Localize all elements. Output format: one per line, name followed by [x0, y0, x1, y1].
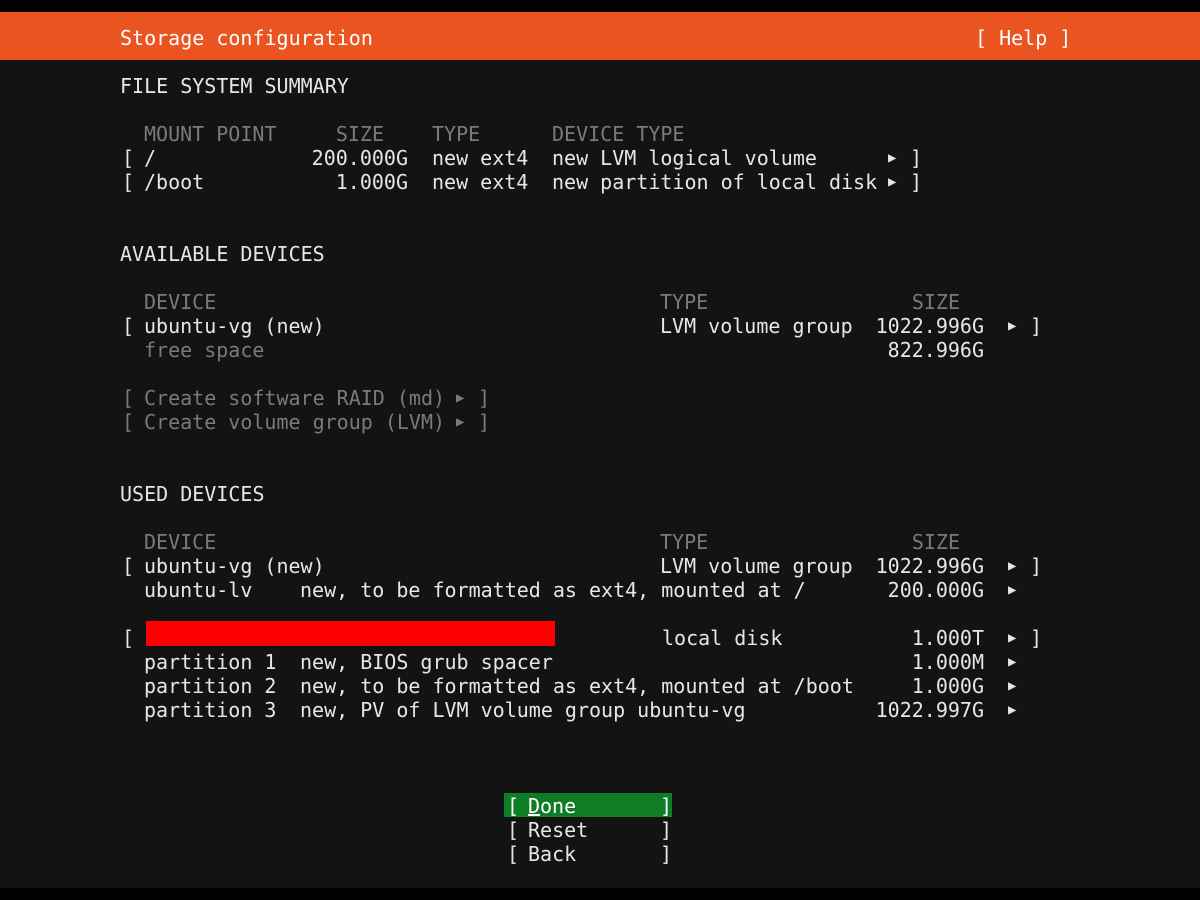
partition-description: new, PV of LVM volume group ubuntu-vg — [300, 698, 746, 722]
row-close-bracket: ] — [1030, 314, 1043, 338]
partition-size: 1.000M — [911, 650, 984, 674]
device-type: new LVM logical volume — [552, 146, 817, 170]
col-device: DEVICE — [144, 290, 217, 314]
create-lvm-label: Create volume group (LVM) — [144, 410, 446, 434]
device-size: 200.000G — [887, 578, 984, 602]
row-close-bracket: ] — [478, 410, 491, 434]
row-open-bracket: [ — [122, 314, 135, 338]
device-size: 1022.996G — [875, 554, 984, 578]
partition-description: new, BIOS grub spacer — [300, 650, 553, 674]
mount-point: / — [144, 146, 157, 170]
back-label: Back — [528, 842, 577, 866]
done-close-bracket: ] — [660, 794, 673, 818]
done-label-first: D — [528, 794, 541, 818]
back-close-bracket: ] — [660, 842, 673, 866]
page-title: Storage configuration — [120, 26, 373, 50]
play-arrow-icon: ▶ — [1008, 558, 1017, 574]
mount-point: /boot — [144, 170, 205, 194]
device-type: local disk — [662, 626, 783, 650]
row-close-bracket: ] — [1030, 554, 1043, 578]
play-arrow-icon: ▶ — [1008, 630, 1017, 646]
back-open-bracket: [ — [507, 842, 520, 866]
help-button[interactable]: [ Help ] — [975, 26, 1071, 50]
partition-size: 1.000G — [911, 674, 984, 698]
reset-open-bracket: [ — [507, 818, 520, 842]
play-arrow-icon: ▶ — [1008, 582, 1017, 598]
done-label-rest: one — [540, 794, 577, 818]
play-arrow-icon: ▶ — [1008, 654, 1017, 670]
device-name: ubuntu-lv — [144, 578, 253, 602]
col-size: SIZE — [335, 122, 384, 146]
play-arrow-icon: ▶ — [1008, 318, 1017, 334]
size-value: 1.000G — [335, 170, 408, 194]
col-mount-point: MOUNT POINT — [144, 122, 277, 146]
reset-close-bracket: ] — [660, 818, 673, 842]
partition-size: 1022.997G — [875, 698, 984, 722]
device-type: new partition of local disk — [552, 170, 878, 194]
free-space-size: 822.996G — [887, 338, 984, 362]
row-open-bracket: [ — [122, 170, 135, 194]
partition-name: partition 3 — [144, 698, 277, 722]
row-close-bracket: ] — [1030, 626, 1043, 650]
col-device: DEVICE — [144, 530, 217, 554]
device-description: new, to be formatted as ext4, mounted at… — [300, 578, 806, 602]
section-heading-used-devices: USED DEVICES — [120, 482, 265, 506]
col-type: TYPE — [660, 530, 709, 554]
col-type: TYPE — [660, 290, 709, 314]
row-open-bracket: [ — [122, 410, 135, 434]
device-type: LVM volume group — [660, 554, 853, 578]
redacted-disk-name — [146, 621, 555, 646]
fs-type: new ext4 — [432, 170, 529, 194]
row-close-bracket: ] — [910, 146, 923, 170]
row-open-bracket: [ — [122, 554, 135, 578]
section-heading-available-devices: AVAILABLE DEVICES — [120, 242, 325, 266]
partition-name: partition 2 — [144, 674, 277, 698]
partition-name: partition 1 — [144, 650, 277, 674]
device-name: ubuntu-vg (new) — [144, 554, 325, 578]
row-open-bracket: [ — [122, 626, 135, 650]
done-open-bracket: [ — [507, 794, 520, 818]
create-raid-label: Create software RAID (md) — [144, 386, 446, 410]
device-name: ubuntu-vg (new) — [144, 314, 325, 338]
col-device-type: DEVICE TYPE — [552, 122, 685, 146]
col-size: SIZE — [911, 530, 960, 554]
row-close-bracket: ] — [910, 170, 923, 194]
device-size: 1.000T — [911, 626, 984, 650]
partition-description: new, to be formatted as ext4, mounted at… — [300, 674, 854, 698]
section-heading-fs-summary: FILE SYSTEM SUMMARY — [120, 74, 349, 98]
device-type: LVM volume group — [660, 314, 853, 338]
play-arrow-icon: ▶ — [1008, 678, 1017, 694]
play-arrow-icon: ▶ — [888, 174, 897, 190]
row-close-bracket: ] — [478, 386, 491, 410]
device-size: 1022.996G — [875, 314, 984, 338]
play-arrow-icon: ▶ — [888, 150, 897, 166]
fs-type: new ext4 — [432, 146, 529, 170]
reset-label: Reset — [528, 818, 589, 842]
col-type: TYPE — [432, 122, 481, 146]
size-value: 200.000G — [311, 146, 408, 170]
row-open-bracket: [ — [122, 386, 135, 410]
row-open-bracket: [ — [122, 146, 135, 170]
col-size: SIZE — [911, 290, 960, 314]
play-arrow-icon: ▶ — [456, 390, 465, 406]
play-arrow-icon: ▶ — [1008, 702, 1017, 718]
free-space-label: free space — [144, 338, 265, 362]
play-arrow-icon: ▶ — [456, 414, 465, 430]
